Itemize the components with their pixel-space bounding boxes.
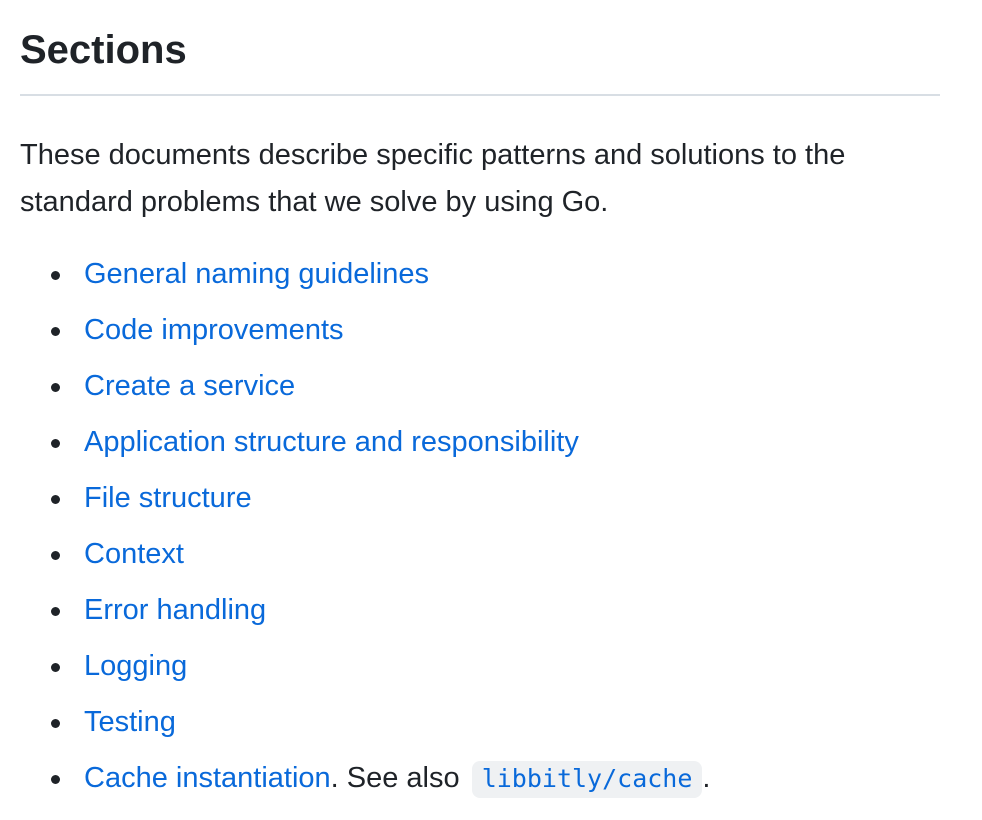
bullet-icon	[51, 439, 60, 448]
link-logging[interactable]: Logging	[84, 650, 187, 682]
link-application-structure[interactable]: Application structure and responsibility	[84, 426, 579, 458]
bullet-icon	[51, 719, 60, 728]
list-item: Cache instantiation. See also libbitly/c…	[20, 750, 940, 806]
list-item: File structure	[20, 470, 940, 526]
link-code-improvements[interactable]: Code improvements	[84, 314, 344, 346]
code-libbitly-cache: libbitly/cache	[471, 761, 703, 798]
link-context[interactable]: Context	[84, 538, 184, 570]
heading-divider	[20, 94, 940, 96]
sections-list: General naming guidelines Code improveme…	[20, 246, 940, 806]
list-item: Context	[20, 526, 940, 582]
bullet-icon	[51, 495, 60, 504]
see-also-text: . See also	[330, 762, 468, 794]
list-item: Create a service	[20, 358, 940, 414]
list-item: General naming guidelines	[20, 246, 940, 302]
bullet-icon	[51, 383, 60, 392]
list-item: Code improvements	[20, 302, 940, 358]
link-file-structure[interactable]: File structure	[84, 482, 252, 514]
link-create-a-service[interactable]: Create a service	[84, 370, 295, 402]
list-item: Application structure and responsibility	[20, 414, 940, 470]
bullet-icon	[51, 271, 60, 280]
list-item: Testing	[20, 694, 940, 750]
intro-paragraph: These documents describe specific patter…	[20, 139, 846, 218]
list-item: Error handling	[20, 582, 940, 638]
link-general-naming-guidelines[interactable]: General naming guidelines	[84, 258, 429, 290]
trailing-period: .	[702, 762, 711, 794]
bullet-icon	[51, 327, 60, 336]
bullet-icon	[51, 607, 60, 616]
bullet-icon	[51, 551, 60, 560]
document-section: Sections These documents describe specif…	[20, 0, 940, 806]
bullet-icon	[51, 775, 60, 784]
link-testing[interactable]: Testing	[84, 706, 176, 738]
section-heading: Sections	[20, 28, 187, 72]
list-item: Logging	[20, 638, 940, 694]
bullet-icon	[51, 663, 60, 672]
link-cache-instantiation[interactable]: Cache instantiation	[84, 762, 331, 794]
link-error-handling[interactable]: Error handling	[84, 594, 266, 626]
